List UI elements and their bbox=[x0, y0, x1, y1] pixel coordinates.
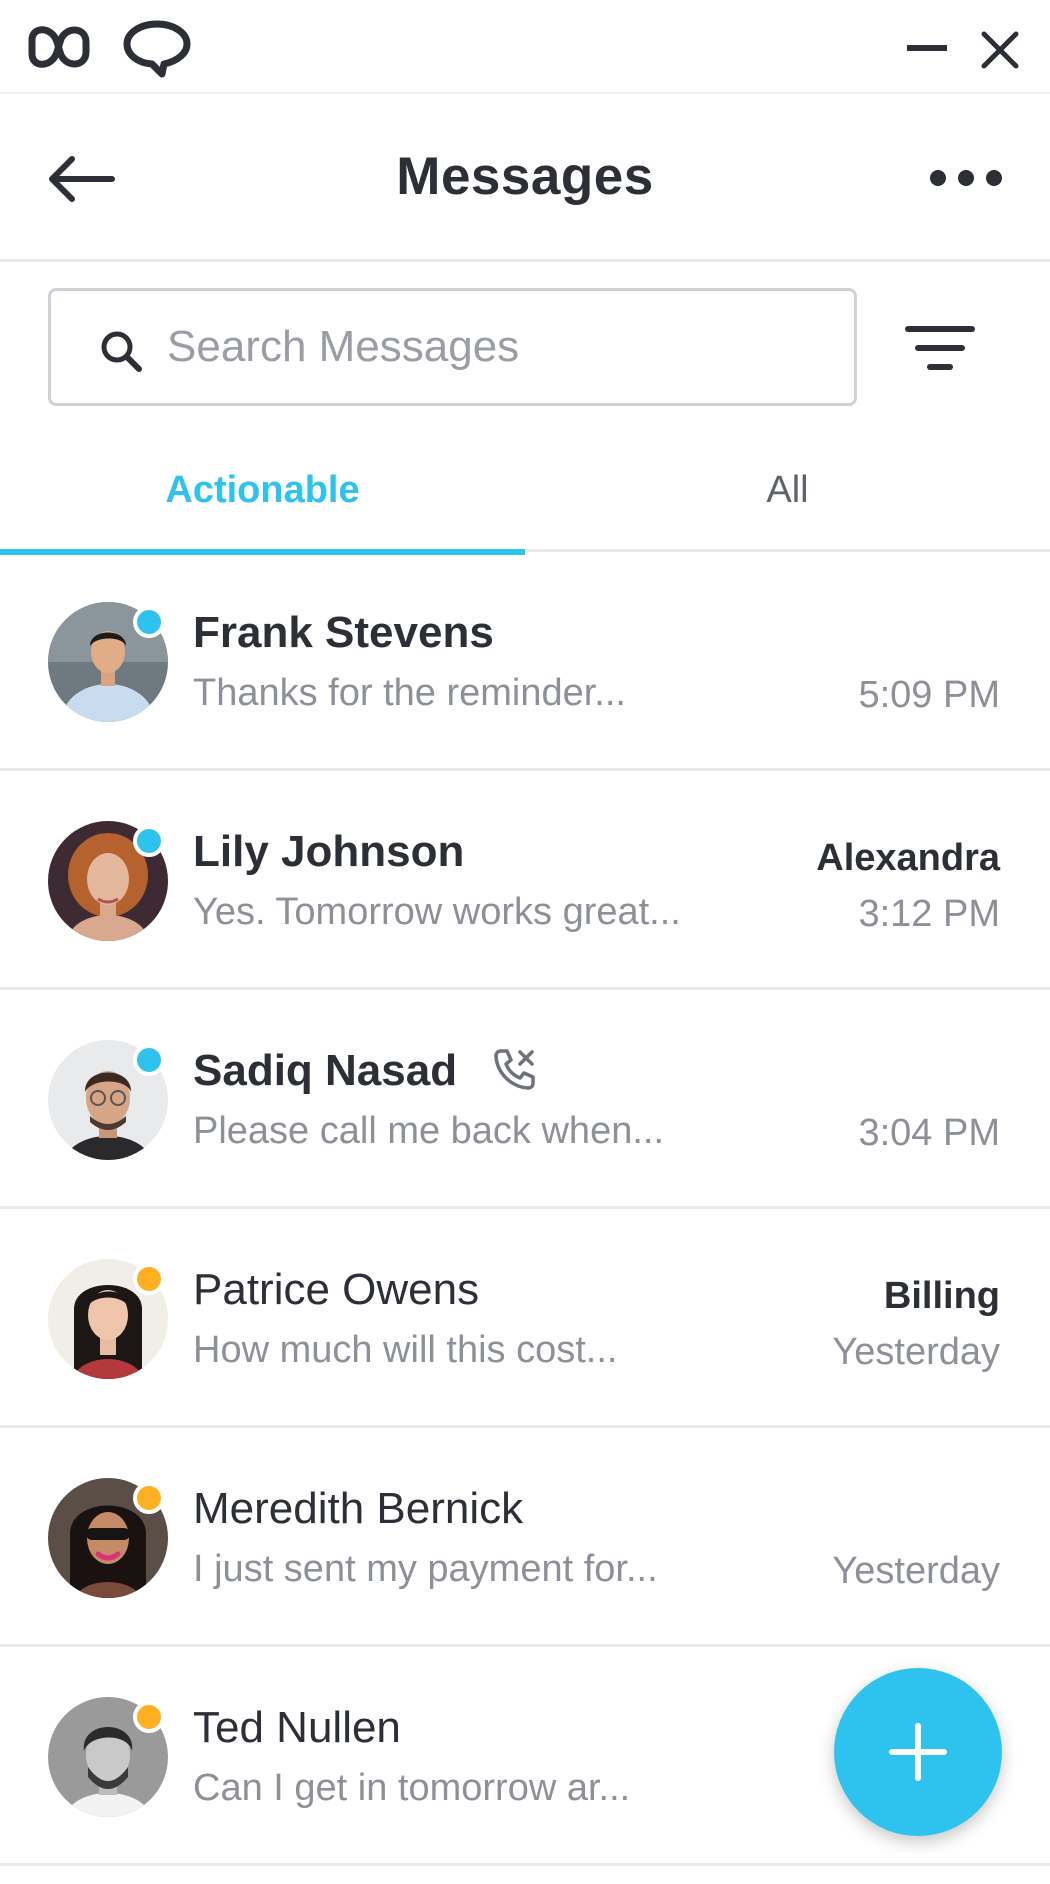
close-icon[interactable] bbox=[980, 30, 1020, 75]
message-preview: Yes. Tomorrow works great... bbox=[193, 891, 681, 933]
more-options-icon[interactable] bbox=[928, 166, 1004, 195]
filter-icon[interactable] bbox=[905, 326, 975, 377]
minimize-icon[interactable] bbox=[905, 30, 949, 71]
tab-all[interactable]: All bbox=[525, 440, 1050, 552]
message-time: 3:04 PM bbox=[858, 1112, 1000, 1154]
search-icon bbox=[99, 329, 143, 378]
page-header: Messages bbox=[0, 94, 1050, 262]
message-preview: Thanks for the reminder... bbox=[193, 672, 626, 714]
chat-bubble-icon[interactable] bbox=[122, 20, 192, 83]
conversation-row[interactable]: Frank Stevens Thanks for the reminder...… bbox=[0, 552, 1050, 771]
tab-bar: Actionable All bbox=[0, 440, 1050, 555]
plus-icon bbox=[888, 1722, 948, 1787]
missed-call-icon bbox=[492, 1046, 538, 1097]
assignee-label: Alexandra bbox=[816, 837, 1000, 879]
conversation-row[interactable]: Lily Johnson Yes. Tomorrow works great..… bbox=[0, 771, 1050, 990]
new-message-button[interactable] bbox=[834, 1668, 1002, 1836]
conversation-row[interactable]: Meredith Bernick I just sent my payment … bbox=[0, 1428, 1050, 1647]
contact-name: Patrice Owens bbox=[193, 1265, 480, 1314]
status-online-indicator bbox=[133, 1044, 165, 1076]
contact-name: Ted Nullen bbox=[193, 1703, 401, 1752]
contact-name: Frank Stevens bbox=[193, 608, 494, 657]
search-box[interactable] bbox=[48, 288, 857, 406]
status-online-indicator bbox=[133, 825, 165, 857]
message-preview: Can I get in tomorrow ar... bbox=[193, 1767, 631, 1809]
message-preview: Please call me back when... bbox=[193, 1110, 665, 1152]
contact-name: Meredith Bernick bbox=[193, 1484, 524, 1533]
message-time: 5:09 PM bbox=[858, 674, 1000, 716]
search-input[interactable] bbox=[167, 317, 827, 377]
app-logo-icon bbox=[24, 22, 94, 77]
message-time: Yesterday bbox=[832, 1550, 1000, 1592]
contact-name: Sadiq Nasad bbox=[193, 1046, 458, 1095]
message-preview: How much will this cost... bbox=[193, 1329, 618, 1371]
conversation-row[interactable]: Patrice Owens How much will this cost...… bbox=[0, 1209, 1050, 1428]
message-time: Yesterday bbox=[832, 1331, 1000, 1373]
conversation-list: Frank Stevens Thanks for the reminder...… bbox=[0, 552, 1050, 1866]
status-online-indicator bbox=[133, 606, 165, 638]
message-time: 3:12 PM bbox=[858, 893, 1000, 935]
window-titlebar bbox=[0, 0, 1050, 94]
conversation-row[interactable]: Sadiq Nasad Please call me back when... … bbox=[0, 990, 1050, 1209]
contact-name: Lily Johnson bbox=[193, 827, 465, 876]
page-title: Messages bbox=[396, 147, 654, 206]
tab-actionable[interactable]: Actionable bbox=[0, 440, 525, 555]
status-away-indicator bbox=[133, 1701, 165, 1733]
status-away-indicator bbox=[133, 1482, 165, 1514]
status-away-indicator bbox=[133, 1263, 165, 1295]
message-preview: I just sent my payment for... bbox=[193, 1548, 658, 1590]
assignee-label: Billing bbox=[883, 1275, 1000, 1317]
